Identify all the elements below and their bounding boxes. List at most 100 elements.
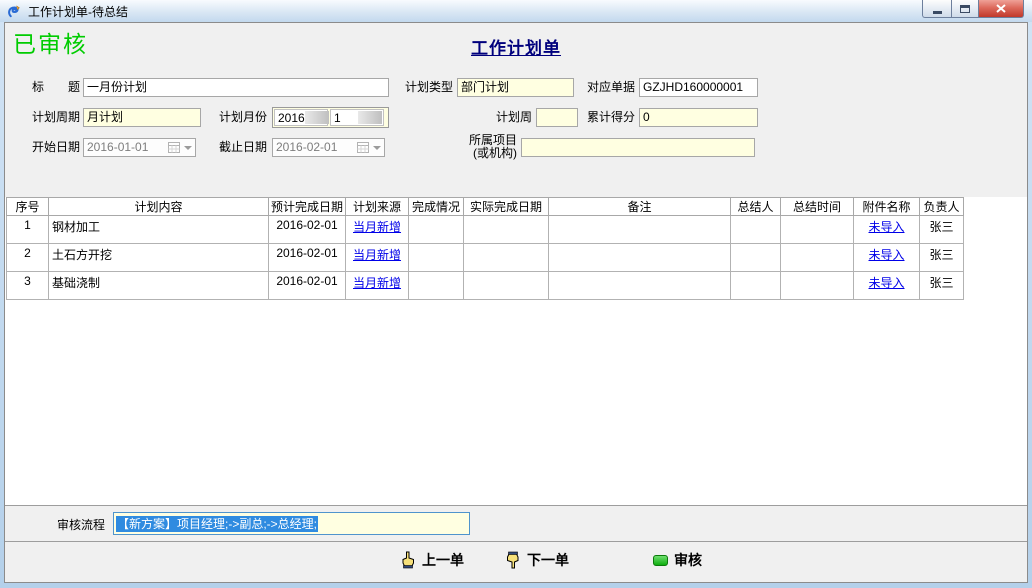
source-link[interactable]: 当月新增 [353, 248, 401, 262]
column-header-content[interactable]: 计划内容 [49, 198, 269, 216]
audit-flow-section: 审核流程 【新方案】项目经理;->副总;->总经理; [5, 505, 1027, 542]
titlebar: 工作计划单-待总结 [0, 0, 1032, 22]
plan-type-label: 计划类型 [390, 78, 453, 97]
plan-table: 序号计划内容预计完成日期计划来源完成情况实际完成日期备注总结人总结时间附件名称负… [6, 197, 964, 300]
column-header-seq[interactable]: 序号 [7, 198, 49, 216]
spinner-buttons-icon[interactable] [358, 111, 382, 124]
source-link[interactable]: 当月新增 [353, 220, 401, 234]
hand-down-icon [505, 551, 521, 569]
cell-source: 当月新增 [346, 244, 409, 272]
client-area: 已审核 工作计划单 标 题 一月份计划 计划类型 部门计划 对应单据 GZJHD… [4, 22, 1028, 583]
plan-cycle-label: 计划周期 [13, 108, 80, 127]
column-header-status[interactable]: 完成情况 [409, 198, 464, 216]
hand-up-icon [400, 551, 416, 569]
cell-source: 当月新增 [346, 272, 409, 300]
audit-button-label: 审核 [674, 550, 702, 570]
start-date-label: 开始日期 [13, 138, 80, 157]
cell-seq: 2 [7, 244, 49, 272]
prev-doc-label: 上一单 [422, 550, 464, 570]
plan-month-year-value: 2016 [275, 111, 305, 125]
table-row: 3基础浇制2016-02-01当月新增未导入张三 [7, 272, 964, 300]
source-link[interactable]: 当月新增 [353, 276, 401, 290]
app-icon[interactable] [7, 4, 22, 19]
audit-green-icon [653, 555, 668, 566]
plan-month-month-spinner[interactable]: 1 [330, 109, 384, 126]
cell-actual-date [464, 216, 549, 244]
plan-month-month-value: 1 [331, 111, 358, 125]
cell-content: 土石方开挖 [49, 244, 269, 272]
doc-no-input[interactable]: GZJHD160000001 [639, 78, 758, 97]
end-date-picker[interactable]: 2016-02-01 [272, 138, 385, 157]
dropdown-arrow-icon[interactable] [184, 146, 192, 150]
maximize-icon [960, 5, 970, 13]
plan-week-label: 计划周 [460, 108, 532, 127]
calendar-icon [357, 142, 369, 153]
maximize-button[interactable] [951, 0, 979, 18]
spinner-buttons-icon[interactable] [305, 111, 329, 124]
cell-summarizer [731, 272, 781, 300]
cell-remark [549, 216, 731, 244]
cell-status [409, 216, 464, 244]
plan-month-label: 计划月份 [201, 108, 267, 127]
page-title: 工作计划单 [5, 34, 1027, 59]
cell-content: 钢材加工 [49, 216, 269, 244]
cell-attachment: 未导入 [854, 216, 920, 244]
score-input[interactable]: 0 [639, 108, 758, 127]
attachment-link[interactable]: 未导入 [869, 220, 905, 234]
cell-expected-date: 2016-02-01 [269, 272, 346, 300]
attachment-link[interactable]: 未导入 [869, 276, 905, 290]
cell-summary-time [781, 272, 854, 300]
plan-month-year-spinner[interactable]: 2016 [274, 109, 328, 126]
column-header-owner[interactable]: 负责人 [920, 198, 964, 216]
window-title: 工作计划单-待总结 [28, 3, 128, 20]
score-label: 累计得分 [577, 108, 635, 127]
attachment-link[interactable]: 未导入 [869, 248, 905, 262]
bottom-toolbar: 上一单 下一单 审核 [5, 542, 1027, 582]
cell-summary-time [781, 216, 854, 244]
end-date-value: 2016-02-01 [276, 139, 357, 156]
table-header-row: 序号计划内容预计完成日期计划来源完成情况实际完成日期备注总结人总结时间附件名称负… [7, 198, 964, 216]
cell-actual-date [464, 244, 549, 272]
calendar-icon [168, 142, 180, 153]
column-header-actual-date[interactable]: 实际完成日期 [464, 198, 549, 216]
title-input[interactable]: 一月份计划 [83, 78, 389, 97]
plan-week-input[interactable] [536, 108, 578, 127]
cell-expected-date: 2016-02-01 [269, 244, 346, 272]
cell-expected-date: 2016-02-01 [269, 216, 346, 244]
column-header-source[interactable]: 计划来源 [346, 198, 409, 216]
window-controls [922, 0, 1024, 18]
project-label: 所属项目 (或机构) [445, 134, 517, 160]
close-button[interactable] [979, 0, 1024, 18]
cell-owner: 张三 [920, 272, 964, 300]
minimize-button[interactable] [922, 0, 951, 18]
plan-month-spinner[interactable]: 2016 1 [272, 107, 389, 128]
column-header-summarizer[interactable]: 总结人 [731, 198, 781, 216]
cell-attachment: 未导入 [854, 272, 920, 300]
start-date-picker[interactable]: 2016-01-01 [83, 138, 196, 157]
dropdown-arrow-icon[interactable] [373, 146, 381, 150]
column-header-attachment[interactable]: 附件名称 [854, 198, 920, 216]
cell-status [409, 244, 464, 272]
plan-cycle-input[interactable]: 月计划 [83, 108, 201, 127]
column-header-summary-time[interactable]: 总结时间 [781, 198, 854, 216]
end-date-label: 截止日期 [201, 138, 267, 157]
column-header-remark[interactable]: 备注 [549, 198, 731, 216]
prev-doc-button[interactable]: 上一单 [400, 550, 464, 570]
cell-seq: 1 [7, 216, 49, 244]
audit-flow-input[interactable]: 【新方案】项目经理;->副总;->总经理; [113, 512, 470, 535]
cell-actual-date [464, 272, 549, 300]
cell-seq: 3 [7, 272, 49, 300]
cell-remark [549, 244, 731, 272]
next-doc-button[interactable]: 下一单 [505, 550, 569, 570]
doc-no-label: 对应单据 [577, 78, 635, 97]
form-section: 标 题 一月份计划 计划类型 部门计划 对应单据 GZJHD160000001 … [5, 63, 1027, 197]
cell-source: 当月新增 [346, 216, 409, 244]
column-header-expected-date[interactable]: 预计完成日期 [269, 198, 346, 216]
audit-button[interactable]: 审核 [653, 550, 702, 570]
project-input[interactable] [521, 138, 755, 157]
app-window: 工作计划单-待总结 已审核 工作计划单 标 题 一月份计划 计划类型 部门计划 … [0, 0, 1032, 588]
plan-table-panel: 序号计划内容预计完成日期计划来源完成情况实际完成日期备注总结人总结时间附件名称负… [5, 197, 1027, 505]
plan-type-input[interactable]: 部门计划 [457, 78, 574, 97]
cell-summary-time [781, 244, 854, 272]
minimize-icon [933, 11, 942, 14]
